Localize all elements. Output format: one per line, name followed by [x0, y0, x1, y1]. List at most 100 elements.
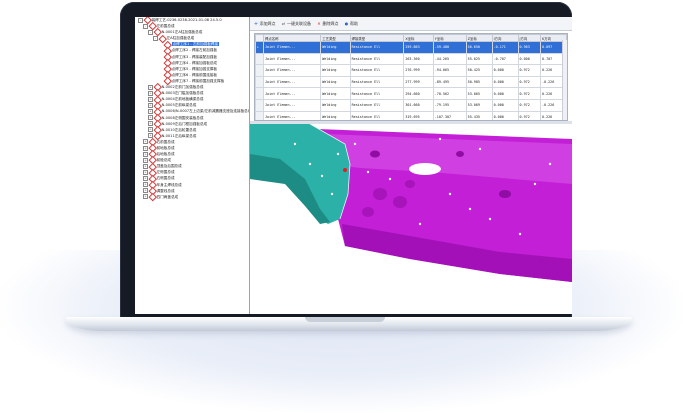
- tree-item-label: 车身主焊线总成: [156, 182, 182, 187]
- table-cell: 0.972: [517, 110, 542, 120]
- column-header[interactable]: 工艺类型: [320, 34, 351, 42]
- row-header[interactable]: [255, 98, 264, 112]
- expand-icon[interactable]: +: [148, 90, 153, 96]
- table-cell: 0.963: [517, 41, 542, 54]
- table-cell: 263.360: [403, 52, 434, 66]
- row-header[interactable]: [255, 64, 264, 77]
- table-row[interactable]: Joint Elemen... Welding Resistance Ell 277.…: [255, 75, 567, 89]
- table-cell: -0.707: [491, 52, 519, 66]
- expand-icon[interactable]: +: [143, 175, 148, 181]
- node-diamond-icon: [148, 192, 157, 201]
- table-row[interactable]: ▸ Joint Elemen... Welding Resistance Ell 259…: [255, 41, 567, 54]
- 3d-viewport[interactable]: [250, 124, 572, 314]
- toolbar: ＋ 添加焊点 ⇄ 一键关联设备 ✕ 删除焊点 ● 帮助: [250, 17, 572, 31]
- table-cell: Welding: [320, 52, 351, 66]
- expand-icon[interactable]: +: [148, 84, 153, 90]
- table-cell: -79.195: [432, 98, 467, 112]
- expand-icon[interactable]: +: [143, 182, 148, 188]
- table-cell: -94.065: [432, 64, 467, 77]
- column-header[interactable]: Y坐标: [432, 34, 467, 42]
- expand-icon[interactable]: +: [143, 157, 148, 163]
- row-header[interactable]: [255, 52, 264, 66]
- boss: [373, 188, 387, 200]
- row-header[interactable]: ▸: [255, 41, 264, 54]
- tree-item-label: 点焊工序6 - 焊接前围连接板: [171, 72, 217, 77]
- row-header[interactable]: [255, 110, 264, 120]
- delete-weld-button[interactable]: ✕ 删除焊点: [317, 21, 338, 27]
- process-tree[interactable]: - 装焊工艺-0236-0238-2021-01-08 24.5.0- 左前围总成 -…: [135, 17, 250, 314]
- column-header[interactable]: Z坐标: [465, 34, 493, 42]
- tree-item-label: N-0009左后门框加强板总成: [161, 121, 208, 126]
- table-cell: Resistance Ell: [349, 110, 405, 120]
- table-cell: -70.562: [432, 87, 467, 100]
- tree-item-label: N-0001左A柱加强板总成: [161, 30, 203, 35]
- column-header[interactable]: 焊点名称: [262, 34, 322, 42]
- table-cell: Welding: [320, 98, 351, 112]
- add-weld-button[interactable]: ＋ 添加焊点: [254, 21, 276, 27]
- tree-item-label: 右前围总成: [156, 139, 175, 144]
- expand-icon[interactable]: +: [148, 108, 153, 114]
- table-row[interactable]: Joint Elemen... Welding Resistance Ell 319.…: [255, 110, 567, 120]
- tree-item-label: 顶盖及后围总成: [156, 164, 182, 169]
- link-icon: ⇄: [281, 20, 286, 26]
- help-label: 帮助: [350, 20, 358, 26]
- tree-item-label: 左侧围总成: [156, 170, 175, 175]
- tree-item-label: N-0005左前纵梁总成: [161, 103, 197, 108]
- table-cell: Resistance Ell: [349, 41, 405, 54]
- selected-weld-point[interactable]: [343, 168, 347, 172]
- expand-icon[interactable]: +: [148, 127, 153, 133]
- table-row[interactable]: Joint Elemen... Welding Resistance Ell 276.…: [255, 64, 567, 77]
- row-header[interactable]: [255, 87, 264, 100]
- expand-icon[interactable]: +: [143, 163, 148, 169]
- collapse-icon[interactable]: -: [148, 29, 153, 35]
- table-scrollbar[interactable]: [562, 40, 567, 120]
- table-cell: 0.000: [491, 87, 519, 100]
- help-button[interactable]: ● 帮助: [345, 20, 358, 27]
- tree-item-label: 右侧围总成: [156, 176, 175, 181]
- table-cell: 53.065: [465, 87, 493, 100]
- table-cell: 294.660: [403, 87, 434, 100]
- add-weld-label: 添加焊点: [259, 20, 276, 26]
- weld-table[interactable]: 焊点名称 工艺类型 焊接类型 X坐标 Y坐标 Z坐标 I方向 J方向 K方向 ▸ Joint El…: [254, 33, 568, 121]
- expand-icon[interactable]: +: [148, 115, 153, 121]
- tree-item-label: 左A柱加强板总成: [166, 36, 195, 41]
- table-cell: 301.660: [403, 98, 434, 112]
- column-header[interactable]: J方向: [517, 34, 542, 42]
- link-device-button[interactable]: ⇄ 一键关联设备: [281, 20, 311, 27]
- expand-icon[interactable]: +: [148, 96, 153, 102]
- row-header[interactable]: [255, 75, 264, 89]
- expand-icon[interactable]: +: [143, 145, 148, 151]
- column-header[interactable]: 焊接类型: [349, 34, 405, 42]
- table-row[interactable]: Joint Elemen... Welding Resistance Ell 301.…: [255, 98, 567, 112]
- expand-icon[interactable]: +: [143, 188, 148, 194]
- collapse-icon[interactable]: -: [138, 17, 143, 23]
- table-cell: -59.480: [432, 41, 467, 54]
- tree-item[interactable]: + 四门两盖总成: [135, 192, 249, 201]
- expand-icon[interactable]: +: [143, 194, 148, 200]
- expand-icon[interactable]: +: [143, 139, 148, 145]
- collapse-icon[interactable]: -: [153, 35, 158, 41]
- table-cell: Welding: [320, 41, 351, 54]
- table-cell: Joint Elemen...: [262, 110, 322, 120]
- column-header[interactable]: X坐标: [403, 34, 434, 42]
- tree-item-label: 点焊工序7 - 焊接前围加强支撑板: [171, 78, 225, 83]
- main-panel: ＋ 添加焊点 ⇄ 一键关联设备 ✕ 删除焊点 ● 帮助 焊点名称 工艺类型 焊接类型…: [250, 17, 572, 314]
- table-cell: 0.000: [491, 98, 519, 112]
- table-cell: -107.307: [432, 110, 467, 120]
- table-header: 焊点名称 工艺类型 焊接类型 X坐标 Y坐标 Z坐标 I方向 J方向 K方向: [255, 34, 567, 42]
- tree-item-label: N-0010左后轮罩总成: [161, 127, 197, 132]
- table-row[interactable]: Joint Elemen... Welding Resistance Ell 263.…: [255, 52, 567, 66]
- expand-icon[interactable]: +: [148, 102, 153, 108]
- tree-item-label: 前舱总成: [156, 158, 171, 163]
- table-cell: 50.425: [465, 64, 493, 77]
- table-cell: 0.972: [517, 98, 542, 112]
- table-cell: Joint Elemen...: [262, 52, 322, 66]
- column-header[interactable]: I方向: [491, 34, 519, 42]
- expand-icon[interactable]: +: [143, 169, 148, 175]
- expand-icon[interactable]: +: [148, 121, 153, 127]
- collapse-icon[interactable]: -: [143, 23, 148, 29]
- expand-icon[interactable]: +: [143, 151, 148, 157]
- table-cell: Joint Elemen...: [262, 64, 322, 77]
- table-row[interactable]: Joint Elemen... Welding Resistance Ell 294.…: [255, 87, 567, 100]
- tree-item-label: 左前围总成: [156, 24, 175, 29]
